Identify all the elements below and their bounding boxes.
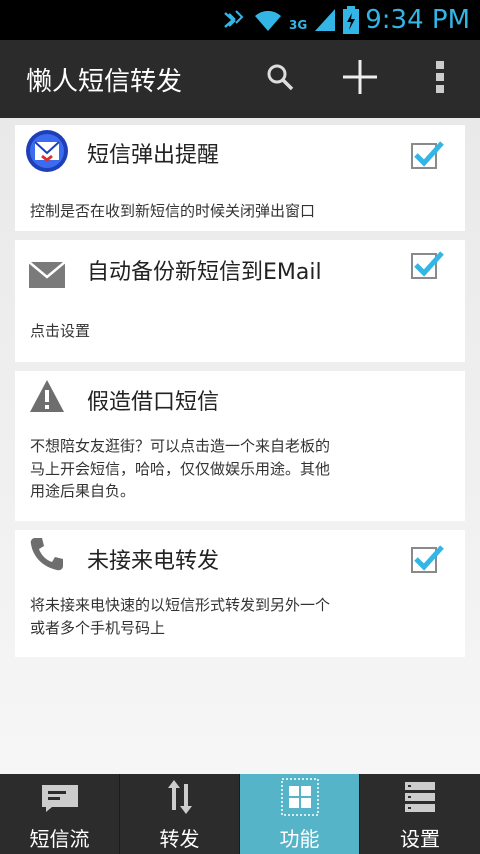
message-stream-icon <box>40 777 80 817</box>
network-type-label: 3G <box>289 18 308 32</box>
feature-title: 自动备份新短信到EMail <box>87 260 322 285</box>
description-line: 或者多个手机号码上 <box>30 618 166 637</box>
phone-icon <box>29 536 65 576</box>
tab-label: 设置 <box>400 827 440 851</box>
up-down-arrows-icon <box>165 777 195 817</box>
mail-icon <box>28 260 66 294</box>
grid-icon <box>280 777 319 817</box>
overflow-menu-button[interactable] <box>400 40 480 118</box>
feature-title: 未接来电转发 <box>87 549 220 574</box>
description-line: 将未接来电快速的以短信形式转发到另外一个 <box>30 596 331 614</box>
description-line: 马上开会短信，哈哈，仅仅做娱乐用途。其他 <box>30 459 331 478</box>
add-icon <box>341 58 379 100</box>
feature-card-missed-call-forward[interactable]: 未接来电转发 将未接来电快速的以短信形式转发到另外一个 或者多个手机号码上 <box>15 530 465 657</box>
bottom-navigation: 短信流 转发 功能 设置 <box>0 774 480 854</box>
feature-card-popup-reminder[interactable]: 短信弹出提醒 控制是否在收到新短信的时候关闭弹出窗口 <box>15 125 465 231</box>
search-icon <box>265 62 295 96</box>
battery-charging-icon <box>343 6 360 34</box>
bluetooth-icon <box>221 7 247 33</box>
tab-label: 功能 <box>279 827 320 851</box>
tab-label: 短信流 <box>29 827 90 851</box>
status-icons: 3G 9:34 PM <box>221 0 470 40</box>
envelope-badge-icon <box>25 129 69 177</box>
warning-icon <box>29 379 65 417</box>
feature-list: 短信弹出提醒 控制是否在收到新短信的时候关闭弹出窗口 自动备份新短信到EMail… <box>0 118 480 774</box>
signal-icon <box>313 7 337 33</box>
tab-settings[interactable]: 设置 <box>360 774 480 854</box>
wifi-icon <box>253 7 283 33</box>
tab-features[interactable]: 功能 <box>240 774 360 854</box>
notification-area <box>6 6 216 44</box>
description-line: 用途后果自负。 <box>30 482 136 500</box>
feature-title: 假造借口短信 <box>87 390 220 415</box>
search-button[interactable] <box>240 40 320 118</box>
feature-description: 控制是否在收到新短信的时候关闭弹出窗口 <box>30 202 316 220</box>
tab-sms-stream[interactable]: 短信流 <box>0 774 120 854</box>
tab-forward[interactable]: 转发 <box>120 774 240 854</box>
tab-label: 转发 <box>159 827 200 851</box>
feature-checkbox[interactable] <box>411 251 444 279</box>
app-title: 懒人短信转发 <box>26 66 183 97</box>
status-time: 9:34 PM <box>365 5 470 35</box>
feature-description: 不想陪女友逛街？可以点击造一个来自老板的 马上开会短信，哈哈，仅仅做娱乐用途。其… <box>30 435 450 503</box>
feature-card-email-backup[interactable]: 自动备份新短信到EMail 点击设置 <box>15 240 465 362</box>
description-line: 不想陪女友逛街？可以点击造一个来自老板的 <box>30 437 331 455</box>
feature-title: 短信弹出提醒 <box>87 143 220 168</box>
feature-card-fake-sms[interactable]: 假造借口短信 不想陪女友逛街？可以点击造一个来自老板的 马上开会短信，哈哈，仅仅… <box>15 371 465 521</box>
feature-description: 点击设置 <box>30 322 91 340</box>
feature-description: 将未接来电快速的以短信形式转发到另外一个 或者多个手机号码上 <box>30 594 450 639</box>
status-bar: 3G 9:34 PM <box>0 0 480 44</box>
feature-checkbox[interactable] <box>411 545 444 573</box>
overflow-menu-icon <box>435 60 445 98</box>
feature-checkbox[interactable] <box>411 141 444 169</box>
action-bar: 懒人短信转发 <box>0 40 480 118</box>
settings-list-icon <box>403 777 437 817</box>
add-button[interactable] <box>320 40 400 118</box>
